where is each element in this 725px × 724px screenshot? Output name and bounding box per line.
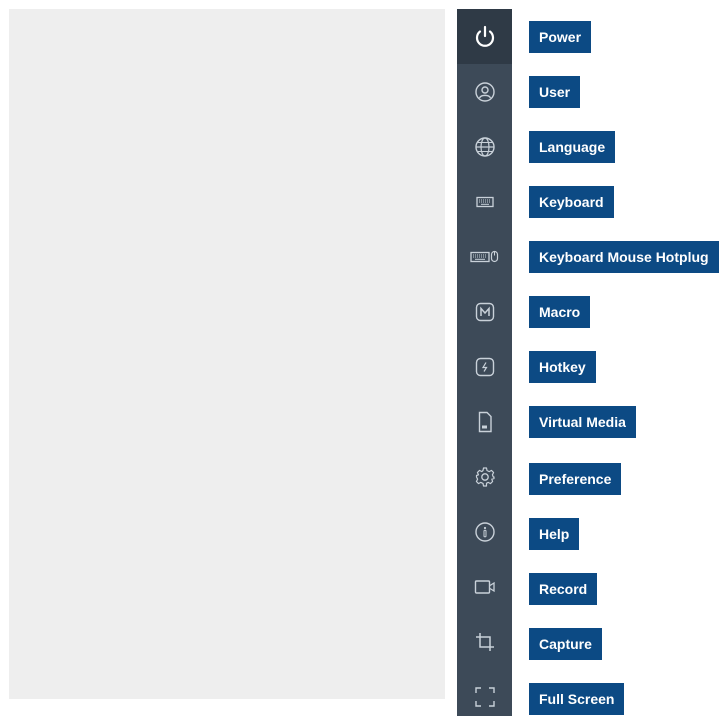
keyboard-label: Keyboard [529, 186, 614, 218]
capture-button[interactable] [457, 614, 512, 669]
macro-label: Macro [529, 296, 591, 328]
sd-card-icon [478, 411, 492, 432]
help-button[interactable] [457, 504, 512, 559]
power-icon [475, 25, 494, 47]
kvm-toolbar [457, 9, 512, 716]
help-label: Help [529, 518, 580, 550]
globe-icon [474, 136, 495, 157]
virtual-media-label: Virtual Media [529, 406, 636, 438]
gear-icon [475, 466, 495, 487]
video-camera-icon [474, 579, 495, 594]
user-button[interactable] [457, 64, 512, 119]
capture-label: Capture [529, 628, 602, 660]
hotkey-label: Hotkey [529, 351, 596, 383]
macro-button[interactable] [457, 284, 512, 339]
user-icon [474, 81, 495, 102]
keyboard-mouse-hotplug-button[interactable] [457, 229, 512, 284]
macro-icon [475, 302, 494, 321]
record-label: Record [529, 573, 598, 605]
record-button[interactable] [457, 559, 512, 614]
power-button[interactable] [457, 9, 512, 64]
remote-display-area[interactable] [9, 9, 445, 699]
virtual-media-button[interactable] [457, 394, 512, 449]
power-label: Power [529, 21, 592, 53]
info-icon [474, 521, 495, 542]
language-button[interactable] [457, 119, 512, 174]
crop-icon [475, 632, 494, 651]
preference-button[interactable] [457, 449, 512, 504]
keyboard-button[interactable] [457, 174, 512, 229]
full-screen-label: Full Screen [529, 683, 625, 715]
user-label: User [529, 76, 581, 108]
language-label: Language [529, 131, 616, 163]
hotkey-button[interactable] [457, 339, 512, 394]
fullscreen-icon [474, 686, 495, 707]
keyboard-mouse-icon [469, 250, 498, 262]
keyboard-icon [475, 196, 494, 207]
keyboard-mouse-hotplug-label: Keyboard Mouse Hotplug [529, 241, 719, 273]
preference-label: Preference [529, 463, 622, 495]
hotkey-icon [475, 357, 494, 376]
